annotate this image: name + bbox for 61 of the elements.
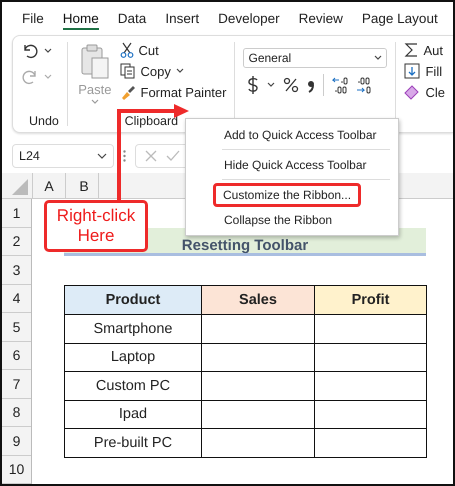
- group-label: Clipboard: [124, 114, 180, 128]
- row-header[interactable]: 2: [2, 228, 31, 256]
- table-cell-text: Laptop: [110, 348, 156, 368]
- row-header[interactable]: 1: [2, 199, 31, 228]
- decrease-decimal-icon[interactable]: [332, 76, 348, 94]
- ribbon-tab[interactable]: Data: [118, 8, 146, 30]
- row-header[interactable]: 5: [2, 313, 31, 342]
- ribbon-tab[interactable]: Insert: [165, 8, 200, 30]
- scissors-icon: [120, 42, 134, 58]
- caret-icon[interactable]: [44, 48, 52, 54]
- header-cell: Sales: [201, 286, 314, 314]
- column-header[interactable]: A: [33, 173, 66, 198]
- caret-icon[interactable]: [267, 82, 276, 88]
- fill-down-icon: [404, 63, 420, 79]
- caret-icon: [90, 99, 99, 105]
- column-header[interactable]: B: [66, 173, 99, 198]
- clipboard-icon: [80, 44, 110, 80]
- menu-item[interactable]: Add to Quick Access Toolbar: [214, 123, 387, 147]
- menu-item[interactable]: Customize the Ribbon...: [213, 183, 362, 207]
- editing-button[interactable]: Cle: [425, 84, 445, 100]
- header-cell: Product: [65, 286, 201, 314]
- check-icon[interactable]: [166, 149, 180, 163]
- menu-item[interactable]: Collapse the Ribbon: [214, 208, 342, 232]
- drag-handle-icon[interactable]: [123, 150, 126, 162]
- caret-icon: [374, 55, 382, 61]
- format-painter-button[interactable]: Format Painter: [140, 84, 226, 100]
- increase-decimal-icon[interactable]: [356, 76, 372, 94]
- row-header[interactable]: 10: [2, 456, 31, 484]
- group-label: Undo: [28, 114, 60, 128]
- number-format-dropdown[interactable]: General: [243, 48, 388, 68]
- sheet-title: Resetting Toolbar: [182, 238, 308, 253]
- row-header[interactable]: 9: [2, 427, 31, 456]
- row-header[interactable]: 7: [2, 370, 31, 398]
- row-header[interactable]: 6: [2, 342, 31, 370]
- header-cell: Profit: [314, 286, 426, 314]
- ribbon-tab[interactable]: File: [22, 8, 44, 30]
- copy-icon: [120, 63, 136, 79]
- eraser-icon: [404, 84, 420, 100]
- editing-button[interactable]: Fill: [425, 64, 442, 78]
- row-header[interactable]: 3: [2, 256, 31, 284]
- row-header[interactable]: 8: [2, 398, 31, 427]
- ribbon-tab[interactable]: Developer: [218, 8, 280, 30]
- editing-button[interactable]: Aut: [423, 42, 443, 58]
- menu-item[interactable]: Hide Quick Access Toolbar: [214, 153, 377, 177]
- paintbrush-icon: [120, 84, 136, 100]
- cut-button[interactable]: Cut: [138, 42, 159, 58]
- table-cell-text: Custom PC: [94, 376, 172, 396]
- table-cell-text: Pre-built PC: [92, 434, 174, 453]
- currency-icon[interactable]: [247, 75, 260, 95]
- table-cell-text: Ipad: [118, 405, 148, 424]
- name-box[interactable]: L24: [12, 144, 114, 168]
- caret-icon[interactable]: [176, 68, 184, 74]
- callout-text: Right-click Here: [56, 206, 136, 246]
- row-header[interactable]: 4: [2, 284, 31, 313]
- ribbon-tab[interactable]: Page Layout: [362, 8, 438, 30]
- sigma-icon: [404, 42, 418, 58]
- ribbon-tab[interactable]: Home: [62, 8, 99, 30]
- percent-icon[interactable]: [283, 77, 300, 93]
- table-cell-text: Smartphone: [92, 320, 174, 339]
- copy-button[interactable]: Copy: [140, 64, 171, 78]
- ribbon-tab[interactable]: Review: [298, 8, 343, 30]
